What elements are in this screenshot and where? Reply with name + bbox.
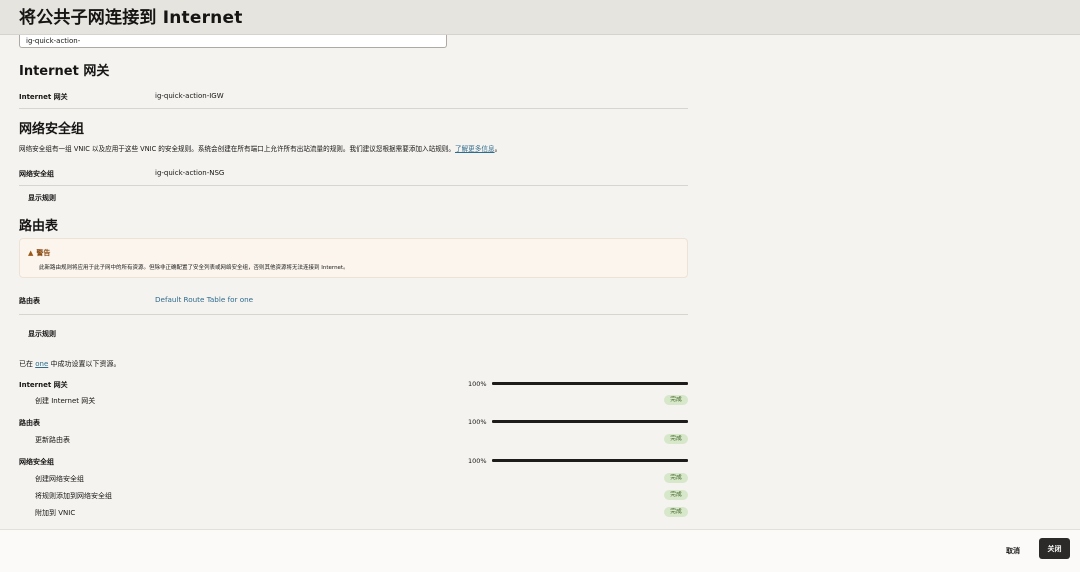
divider — [19, 185, 688, 186]
task-name: 更新路由表 — [35, 436, 70, 444]
dialog-title: 将公共子网连接到 Internet — [19, 8, 243, 28]
warning-title: ▲ 警告 — [28, 249, 51, 257]
task-name: 创建网络安全组 — [35, 475, 84, 483]
task-name: 将规则添加到网络安全组 — [35, 492, 112, 500]
internet-gateway-heading: Internet 网关 — [19, 64, 110, 79]
nsg-value: ig-quick-action-NSG — [155, 169, 225, 177]
progress-percent: 100% — [468, 418, 487, 426]
warning-box: ▲ 警告 此新路由规则将应用于此子网中的所有资源。但除非正确配置了安全列表或网络安… — [19, 238, 688, 278]
task-name: 附加到 VNIC — [35, 509, 76, 517]
progress-percent: 100% — [468, 380, 487, 388]
route-table-link[interactable]: Default Route Table for one — [155, 295, 253, 304]
progress-bar — [492, 420, 688, 423]
status-badge: 完成 — [664, 434, 688, 444]
internet-gateway-value: ig-quick-action-IGW — [155, 92, 224, 100]
progress-percent: 100% — [468, 457, 487, 465]
name-input[interactable]: ig-quick-action- — [19, 35, 447, 48]
progress-section-label: 路由表 — [19, 419, 40, 427]
status-summary: 已在 one 中成功设置以下资源。 — [19, 360, 121, 368]
nsg-heading: 网络安全组 — [19, 122, 85, 137]
route-table-heading: 路由表 — [19, 219, 59, 234]
status-badge: 完成 — [664, 507, 688, 517]
status-badge: 完成 — [664, 490, 688, 500]
progress-section-label: 网络安全组 — [19, 458, 54, 466]
progress-section-label: Internet 网关 — [19, 381, 68, 389]
status-badge: 完成 — [664, 395, 688, 405]
dialog-body[interactable]: ig-quick-action- Internet 网关 Internet 网关… — [0, 35, 1080, 529]
warning-text: 此新路由规则将应用于此子网中的所有资源。但除非正确配置了安全列表或网络安全组，否… — [39, 265, 349, 271]
dialog-footer: 取消 关闭 — [0, 529, 1080, 572]
divider — [19, 108, 688, 109]
learn-more-link[interactable]: 了解更多信息 — [455, 145, 495, 153]
nsg-description: 网络安全组有一组 VNIC 以及应用于这些 VNIC 的安全规则。系统会创建在所… — [19, 145, 502, 153]
internet-gateway-label: Internet 网关 — [19, 93, 68, 101]
status-badge: 完成 — [664, 473, 688, 483]
route-table-label: 路由表 — [19, 297, 40, 305]
nsg-show-rules-link[interactable]: 显示规则 — [28, 193, 56, 203]
task-name: 创建 Internet 网关 — [35, 397, 96, 405]
route-show-rules-link[interactable]: 显示规则 — [28, 329, 56, 339]
warning-icon: ▲ — [28, 249, 34, 257]
compartment-link[interactable]: one — [35, 360, 48, 368]
nsg-label: 网络安全组 — [19, 170, 54, 178]
progress-bar — [492, 382, 688, 385]
close-button[interactable]: 关闭 — [1039, 538, 1070, 559]
dialog-header: 将公共子网连接到 Internet — [0, 0, 1080, 35]
divider — [19, 314, 688, 315]
progress-bar — [492, 459, 688, 462]
cancel-button[interactable]: 取消 — [1000, 542, 1026, 560]
